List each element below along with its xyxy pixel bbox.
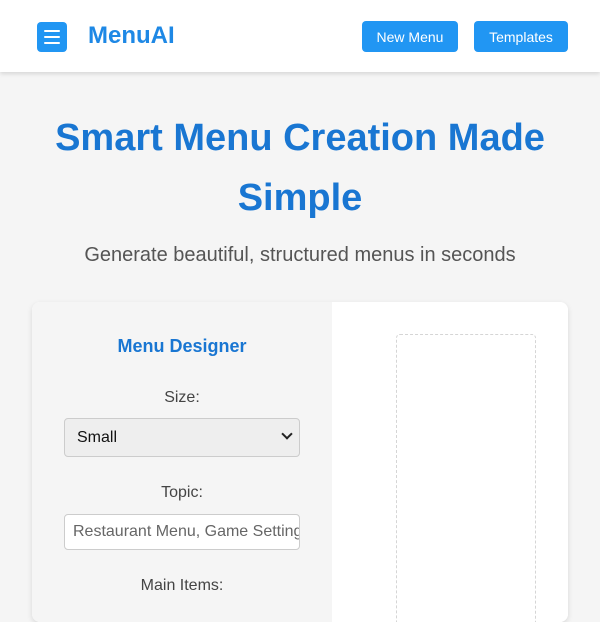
main-items-label: Main Items: bbox=[140, 577, 224, 594]
topic-label: Topic: bbox=[161, 484, 203, 501]
app-brand[interactable]: MenuAI bbox=[88, 21, 175, 51]
new-menu-button[interactable]: New Menu bbox=[362, 21, 458, 52]
templates-button[interactable]: Templates bbox=[474, 21, 568, 52]
hamburger-menu-button[interactable] bbox=[37, 22, 67, 52]
chevron-down-icon bbox=[281, 428, 293, 440]
hamburger-icon-line bbox=[44, 42, 60, 44]
menu-designer-card: Menu Designer Size: Small Topic: Restaur… bbox=[32, 302, 568, 622]
hamburger-icon-line bbox=[44, 36, 60, 38]
hamburger-icon bbox=[44, 30, 60, 32]
topic-input[interactable]: Restaurant Menu, Game Settings bbox=[64, 514, 300, 550]
menu-designer-panel: Menu Designer Size: Small Topic: Restaur… bbox=[32, 302, 332, 622]
hero-title: Smart Menu Creation Made Simple bbox=[55, 117, 545, 219]
hero-subtitle: Generate beautiful, structured menus in … bbox=[84, 244, 516, 266]
preview-frame bbox=[396, 334, 536, 622]
top-navigation-bar: MenuAI New Menu Templates bbox=[0, 0, 600, 72]
size-select[interactable]: Small bbox=[64, 418, 300, 457]
size-selected-value: Small bbox=[77, 428, 118, 446]
size-label: Size: bbox=[164, 389, 200, 406]
menu-preview-panel bbox=[332, 302, 568, 622]
designer-title: Menu Designer bbox=[117, 336, 247, 356]
